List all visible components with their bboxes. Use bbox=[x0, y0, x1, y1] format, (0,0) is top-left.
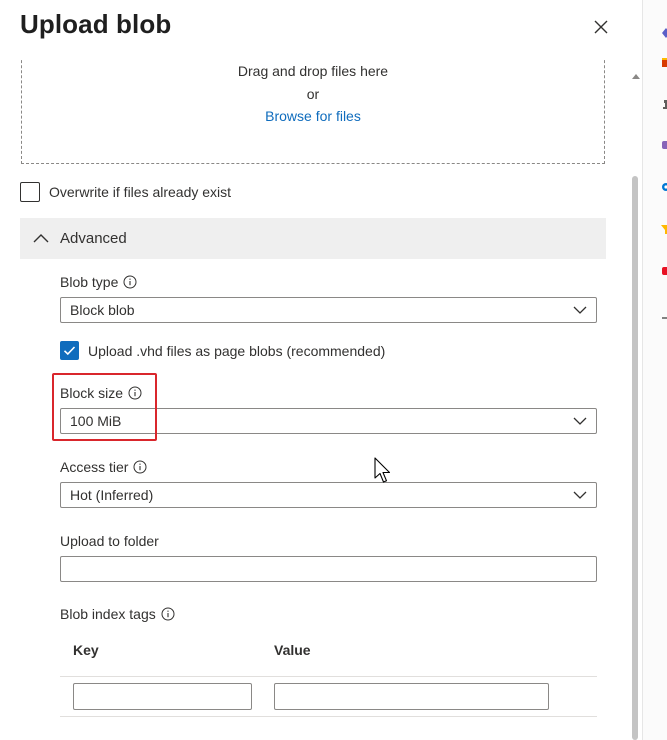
scrollbar-thumb[interactable] bbox=[632, 176, 638, 740]
upload-blob-panel: Upload blob Drag and drop files here or … bbox=[0, 0, 642, 740]
index-tags-label-row: Blob index tags bbox=[60, 606, 175, 622]
chevron-down-icon bbox=[573, 417, 587, 425]
settings-icon[interactable] bbox=[660, 181, 667, 193]
dropzone-or-text: or bbox=[306, 86, 320, 102]
block-size-label: Block size bbox=[60, 385, 124, 401]
info-icon[interactable] bbox=[123, 275, 137, 289]
tags-value-header: Value bbox=[274, 642, 311, 658]
upload-folder-label-row: Upload to folder bbox=[60, 533, 159, 549]
tags-key-header: Key bbox=[73, 642, 99, 658]
panel-content: Drag and drop files here or Browse for f… bbox=[0, 60, 630, 740]
access-tier-dropdown[interactable]: Hot (Inferred) bbox=[60, 482, 597, 508]
close-icon[interactable] bbox=[590, 16, 612, 38]
panel-title: Upload blob bbox=[20, 9, 172, 39]
overwrite-checkbox-row[interactable]: Overwrite if files already exist bbox=[20, 182, 231, 202]
block-size-value: 100 MiB bbox=[70, 413, 122, 429]
tag-value-input[interactable] bbox=[274, 683, 549, 710]
index-tags-label: Blob index tags bbox=[60, 606, 156, 622]
vhd-upload-checkbox[interactable] bbox=[60, 341, 79, 360]
chess-icon[interactable] bbox=[660, 98, 667, 110]
dropzone-drag-text: Drag and drop files here bbox=[237, 63, 389, 79]
browse-files-link[interactable]: Browse for files bbox=[22, 108, 604, 124]
vhd-upload-checkbox-row[interactable]: Upload .vhd files as page blobs (recomme… bbox=[60, 341, 385, 360]
checkmark-icon bbox=[63, 346, 76, 356]
upload-folder-label: Upload to folder bbox=[60, 533, 159, 549]
file-dropzone[interactable]: Drag and drop files here or Browse for f… bbox=[21, 60, 605, 164]
advanced-section-toggle[interactable]: Advanced bbox=[20, 218, 606, 259]
blob-type-label-row: Blob type bbox=[60, 274, 137, 290]
blob-type-label: Blob type bbox=[60, 274, 119, 290]
right-toolbar-strip bbox=[642, 0, 667, 740]
vhd-upload-label: Upload .vhd files as page blobs (recomme… bbox=[88, 342, 386, 359]
info-icon[interactable] bbox=[161, 607, 175, 621]
chevron-down-icon bbox=[573, 306, 587, 314]
tags-row-divider bbox=[60, 716, 597, 717]
diamond-icon[interactable] bbox=[660, 27, 667, 39]
record-icon[interactable] bbox=[660, 265, 667, 277]
access-tier-label-row: Access tier bbox=[60, 459, 147, 475]
tag-key-input[interactable] bbox=[73, 683, 252, 710]
scroll-up-arrow-icon[interactable] bbox=[631, 72, 641, 80]
funnel-icon[interactable] bbox=[660, 223, 667, 235]
gift-icon[interactable] bbox=[660, 56, 667, 68]
blob-type-value: Block blob bbox=[70, 302, 135, 318]
access-tier-label: Access tier bbox=[60, 459, 129, 475]
tags-header-divider bbox=[60, 676, 597, 677]
access-tier-value: Hot (Inferred) bbox=[70, 487, 154, 503]
overwrite-checkbox[interactable] bbox=[20, 182, 40, 202]
minus-icon[interactable] bbox=[660, 312, 667, 324]
info-icon[interactable] bbox=[128, 386, 142, 400]
info-icon[interactable] bbox=[133, 460, 147, 474]
shape-icon[interactable] bbox=[660, 139, 667, 151]
overwrite-label: Overwrite if files already exist bbox=[49, 184, 232, 200]
blob-type-dropdown[interactable]: Block blob bbox=[60, 297, 597, 323]
chevron-up-icon bbox=[33, 233, 49, 242]
chevron-down-icon bbox=[573, 491, 587, 499]
block-size-label-row: Block size bbox=[60, 385, 142, 401]
block-size-dropdown[interactable]: 100 MiB bbox=[60, 408, 597, 434]
advanced-label: Advanced bbox=[60, 230, 127, 247]
upload-folder-input[interactable] bbox=[60, 556, 597, 582]
